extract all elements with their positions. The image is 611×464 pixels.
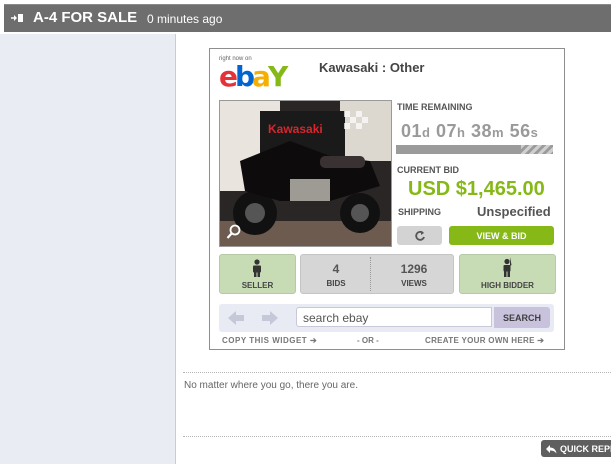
current-bid-price: USD $1,465.00 — [408, 178, 545, 200]
author-sidebar — [0, 34, 176, 464]
reply-arrow-icon — [546, 444, 557, 453]
arrow-right-icon: ➔ — [309, 336, 318, 345]
item-photo[interactable]: Kawasaki — [219, 100, 392, 247]
ebay-logo[interactable]: ebaY — [219, 63, 288, 91]
previous-arrow-icon[interactable] — [226, 309, 246, 327]
quick-reply-button[interactable]: QUICK REPLY — [541, 440, 611, 457]
footer-divider — [183, 436, 611, 437]
shipping-label: SHIPPING — [398, 207, 442, 217]
signature-divider — [183, 372, 611, 373]
svg-text:Kawasaki: Kawasaki — [268, 122, 323, 136]
time-progress-bar — [396, 145, 553, 154]
search-input[interactable]: search ebay — [296, 307, 492, 327]
post-timestamp: 0 minutes ago — [147, 12, 223, 26]
high-bidder-person-icon — [503, 257, 512, 277]
bid-stats: 4 BIDS 1296 VIEWS — [300, 254, 454, 294]
create-your-own-link[interactable]: CREATE YOUR OWN HERE ➔ — [425, 336, 544, 345]
countdown-timer: 01d 07h 38m 56s — [401, 121, 539, 141]
seller-button[interactable]: SELLER — [219, 254, 296, 294]
or-separator: - OR - — [357, 336, 379, 345]
post-title[interactable]: A-4 FOR SALE — [33, 9, 137, 26]
item-title[interactable]: Kawasaki : Other — [319, 60, 425, 75]
bids-count: 4 — [332, 262, 340, 276]
search-button[interactable]: SEARCH — [494, 307, 550, 328]
signature-text: No matter where you go, there you are. — [184, 380, 358, 391]
views-label: VIEWS — [401, 279, 427, 288]
post-header: A-4 FOR SALE 0 minutes ago — [0, 0, 611, 34]
view-and-bid-button[interactable]: VIEW & BID — [449, 226, 554, 245]
expand-arrow-icon[interactable] — [10, 12, 24, 24]
next-arrow-icon[interactable] — [260, 309, 280, 327]
current-bid-label: CURRENT BID — [397, 165, 459, 175]
high-bidder-label: HIGH BIDDER — [481, 281, 534, 290]
seller-person-icon — [253, 259, 261, 277]
time-remaining-label: TIME REMAINING — [397, 102, 473, 112]
high-bidder-button[interactable]: HIGH BIDDER — [459, 254, 556, 294]
arrow-right-icon: ➔ — [537, 336, 545, 345]
zoom-icon[interactable] — [226, 224, 242, 240]
copy-widget-link[interactable]: COPY THIS WIDGET ➔ — [222, 336, 317, 345]
views-count: 1296 — [400, 262, 428, 276]
bids-label: BIDS — [326, 279, 346, 288]
shipping-value: Unspecified — [477, 204, 551, 219]
seller-label: SELLER — [241, 281, 274, 290]
refresh-button[interactable] — [397, 226, 442, 245]
refresh-icon — [414, 230, 425, 241]
